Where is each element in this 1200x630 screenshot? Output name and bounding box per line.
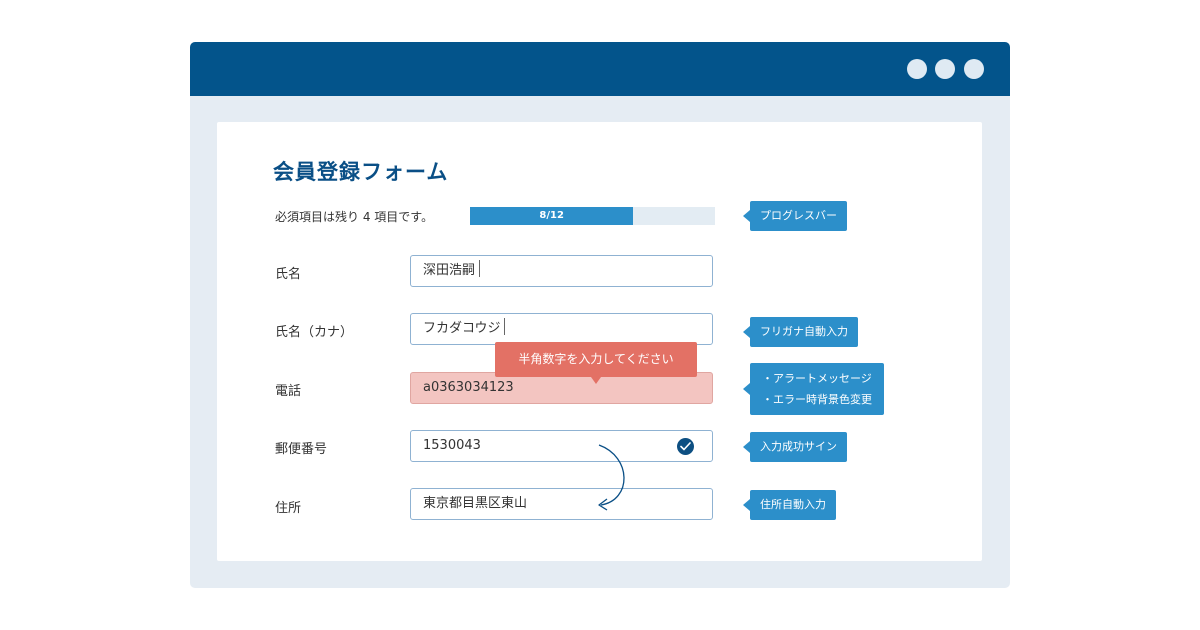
name-field[interactable]: 深田浩嗣 — [410, 255, 713, 287]
browser-window: 会員登録フォーム 必須項目は残り 4 項目です。 8/12 氏名 深田浩嗣 氏名… — [190, 42, 1010, 588]
window-titlebar — [190, 42, 1010, 96]
kana-field[interactable]: フカダコウジ — [410, 313, 713, 345]
text-caret — [504, 318, 506, 335]
progress-bar: 8/12 — [470, 207, 715, 225]
curved-arrow-icon — [598, 444, 625, 511]
furigana-callout: フリガナ自動入力 — [743, 317, 858, 347]
window-dot-icon[interactable] — [964, 59, 984, 79]
address-label: 住所 — [275, 501, 302, 516]
postal-label: 郵便番号 — [275, 442, 328, 457]
remaining-count-text: 必須項目は残り 4 項目です。 — [275, 210, 434, 224]
name-value: 深田浩嗣 — [423, 256, 481, 286]
success-sign-callout: 入力成功サイン — [743, 432, 847, 462]
address-field[interactable]: 東京都目黒区東山 — [410, 488, 713, 520]
progress-bar-callout: プログレスバー — [743, 201, 847, 231]
kana-value: フカダコウジ — [423, 314, 506, 344]
phone-label: 電話 — [275, 384, 302, 399]
address-value: 東京都目黒区東山 — [423, 496, 528, 511]
progress-bar-label: 8/12 — [539, 210, 564, 221]
alert-callout: ・アラートメッセージ ・エラー時背景色変更 — [743, 363, 884, 415]
postal-field[interactable]: 1530043 — [410, 430, 713, 462]
name-label: 氏名 — [275, 267, 302, 282]
phone-value: a0363034123 — [423, 380, 514, 395]
phone-error-tooltip: 半角数字を入力してください — [495, 342, 697, 384]
window-dot-icon[interactable] — [935, 59, 955, 79]
alert-callout-line: ・アラートメッセージ — [762, 372, 872, 385]
address-auto-callout: 住所自動入力 — [743, 490, 836, 520]
form-title: 会員登録フォーム — [273, 160, 449, 184]
text-caret — [479, 260, 481, 277]
alert-callout-line: ・エラー時背景色変更 — [762, 393, 872, 406]
form-panel: 会員登録フォーム 必須項目は残り 4 項目です。 8/12 氏名 深田浩嗣 氏名… — [217, 122, 982, 561]
window-dot-icon[interactable] — [907, 59, 927, 79]
postal-value: 1530043 — [423, 438, 481, 453]
check-circle-icon — [677, 438, 694, 455]
kana-label: 氏名（カナ） — [275, 325, 354, 340]
